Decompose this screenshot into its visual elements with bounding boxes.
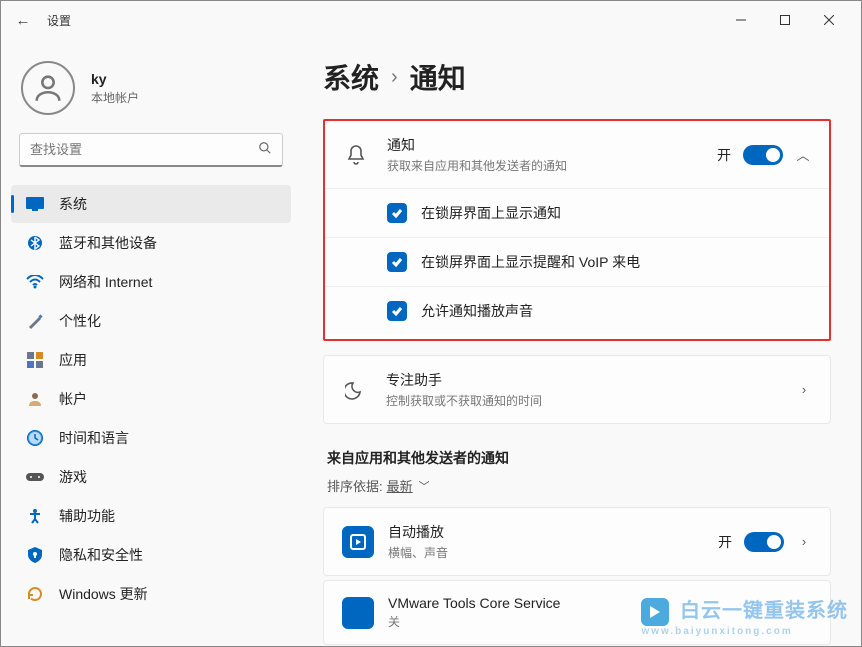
checkbox-checked-icon[interactable] [387, 203, 407, 223]
sidebar-item-label: Windows 更新 [59, 584, 148, 604]
shield-icon [25, 545, 45, 565]
notifications-subtitle: 获取来自应用和其他发送者的通知 [387, 157, 717, 174]
focus-title: 专注助手 [386, 370, 796, 390]
sidebar-item-label: 帐户 [59, 389, 87, 409]
search-icon [258, 141, 272, 158]
checkbox-checked-icon[interactable] [387, 301, 407, 321]
system-icon [25, 194, 45, 214]
chevron-up-icon[interactable]: ︿ [795, 145, 811, 164]
sidebar-item-time-language[interactable]: 时间和语言 [11, 419, 291, 457]
sidebar-item-label: 网络和 Internet [59, 272, 152, 292]
app-desc: 横幅、声音 [388, 544, 718, 561]
option-show-reminders-voip[interactable]: 在锁屏界面上显示提醒和 VoIP 来电 [325, 237, 829, 286]
sidebar-item-label: 辅助功能 [59, 506, 115, 526]
breadcrumb: 系统 › 通知 [323, 57, 831, 97]
bell-icon [343, 144, 369, 166]
back-button[interactable]: ← [11, 8, 35, 32]
sidebar-item-privacy[interactable]: 隐私和安全性 [11, 536, 291, 574]
minimize-button[interactable] [719, 5, 763, 35]
username: ky [91, 71, 139, 87]
close-button[interactable] [807, 5, 851, 35]
sort-value: 最新 [387, 476, 413, 495]
user-block[interactable]: ky 本地帐户 [1, 51, 301, 133]
watermark-url: www.baiyunxitong.com [641, 626, 848, 637]
breadcrumb-current: 通知 [410, 57, 466, 97]
app-toggle[interactable] [744, 532, 784, 552]
notifications-highlight: 通知 获取来自应用和其他发送者的通知 开 ︿ 在锁屏界面上显示通知 [323, 119, 831, 341]
app-autoplay-card[interactable]: 自动播放 横幅、声音 开 › [324, 508, 830, 575]
sidebar-item-label: 应用 [59, 350, 87, 370]
chevron-right-icon: › [796, 382, 812, 397]
sidebar-item-label: 个性化 [59, 311, 101, 331]
option-show-on-lockscreen[interactable]: 在锁屏界面上显示通知 [325, 189, 829, 237]
sidebar-item-accounts[interactable]: 帐户 [11, 380, 291, 418]
sidebar-item-label: 系统 [59, 194, 87, 214]
focus-assist-card[interactable]: 专注助手 控制获取或不获取通知的时间 › [324, 356, 830, 423]
toggle-label: 开 [718, 532, 732, 552]
time-icon [25, 428, 45, 448]
user-type: 本地帐户 [91, 89, 139, 106]
accounts-icon [25, 389, 45, 409]
watermark-icon [641, 598, 669, 626]
option-label: 在锁屏界面上显示通知 [421, 203, 561, 223]
bluetooth-icon [25, 233, 45, 253]
option-play-sound[interactable]: 允许通知播放声音 [325, 286, 829, 335]
sidebar-item-gaming[interactable]: 游戏 [11, 458, 291, 496]
sidebar-item-personalization[interactable]: 个性化 [11, 302, 291, 340]
sidebar-item-label: 时间和语言 [59, 428, 129, 448]
sort-prefix: 排序依据: [327, 476, 383, 495]
app-name: 自动播放 [388, 522, 718, 542]
watermark: 白云一键重装系统 www.baiyunxitong.com [641, 594, 848, 637]
search-input[interactable] [19, 133, 283, 167]
sidebar-item-network[interactable]: 网络和 Internet [11, 263, 291, 301]
sidebar-item-accessibility[interactable]: 辅助功能 [11, 497, 291, 535]
notifications-title: 通知 [387, 135, 717, 155]
sidebar-item-apps[interactable]: 应用 [11, 341, 291, 379]
app-icon [342, 597, 374, 629]
maximize-button[interactable] [763, 5, 807, 35]
watermark-brand: 白云一键重装系统 [680, 600, 848, 622]
personalization-icon [25, 311, 45, 331]
chevron-right-icon: › [796, 534, 812, 549]
sidebar-item-bluetooth[interactable]: 蓝牙和其他设备 [11, 224, 291, 262]
moon-icon [342, 380, 368, 400]
sort-dropdown[interactable]: 排序依据: 最新 ﹀ [327, 476, 831, 495]
chevron-right-icon: › [391, 66, 398, 89]
accessibility-icon [25, 506, 45, 526]
window-title: 设置 [47, 12, 71, 29]
focus-subtitle: 控制获取或不获取通知的时间 [386, 392, 796, 409]
toggle-label: 开 [717, 145, 731, 165]
autoplay-icon [342, 526, 374, 558]
avatar-icon [21, 61, 75, 115]
gaming-icon [25, 467, 45, 487]
sidebar-item-label: 隐私和安全性 [59, 545, 143, 565]
search-field[interactable] [30, 142, 258, 157]
chevron-down-icon: ﹀ [419, 478, 430, 494]
option-label: 允许通知播放声音 [421, 301, 533, 321]
breadcrumb-root[interactable]: 系统 [323, 57, 379, 97]
update-icon [25, 584, 45, 604]
sidebar-item-windows-update[interactable]: Windows 更新 [11, 575, 291, 613]
senders-section-title: 来自应用和其他发送者的通知 [327, 448, 831, 468]
network-icon [25, 272, 45, 292]
notifications-toggle[interactable] [743, 145, 783, 165]
sidebar-item-label: 游戏 [59, 467, 87, 487]
checkbox-checked-icon[interactable] [387, 252, 407, 272]
sidebar-item-system[interactable]: 系统 [11, 185, 291, 223]
option-label: 在锁屏界面上显示提醒和 VoIP 来电 [421, 252, 640, 272]
sidebar-item-label: 蓝牙和其他设备 [59, 233, 157, 253]
notifications-card[interactable]: 通知 获取来自应用和其他发送者的通知 开 ︿ [325, 121, 829, 188]
apps-icon [25, 350, 45, 370]
